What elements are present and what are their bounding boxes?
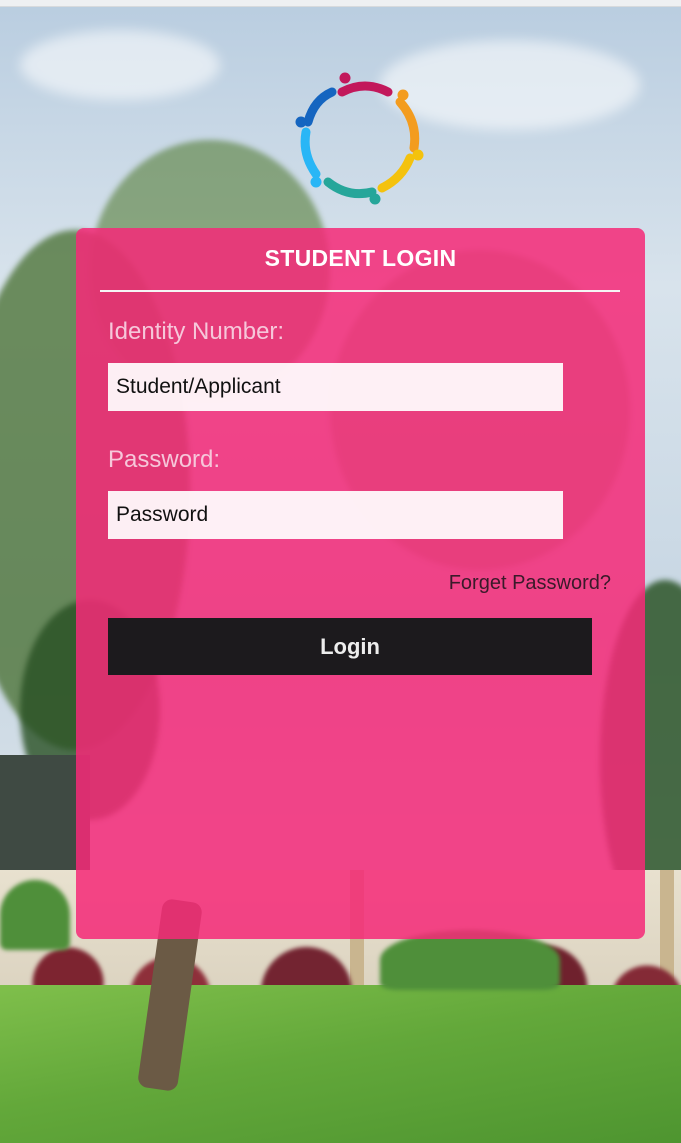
identity-number-input[interactable] [108,363,563,411]
login-screen: STUDENT LOGIN Identity Number: Password:… [0,0,681,1143]
password-label: Password: [108,446,221,473]
background-palm [380,930,560,990]
background-lawn [0,985,681,1143]
login-button[interactable]: Login [108,618,592,675]
background-cloud [20,30,220,100]
forget-password-link[interactable]: Forget Password? [449,572,611,595]
password-input[interactable] [108,491,563,539]
login-title: STUDENT LOGIN [264,245,457,271]
background-palm [0,880,70,950]
login-card: STUDENT LOGIN Identity Number: Password:… [76,228,645,939]
title-divider [100,290,620,292]
identity-number-label: Identity Number: [108,318,285,345]
people-circle-logo-icon [295,72,424,205]
top-strip [0,0,681,7]
